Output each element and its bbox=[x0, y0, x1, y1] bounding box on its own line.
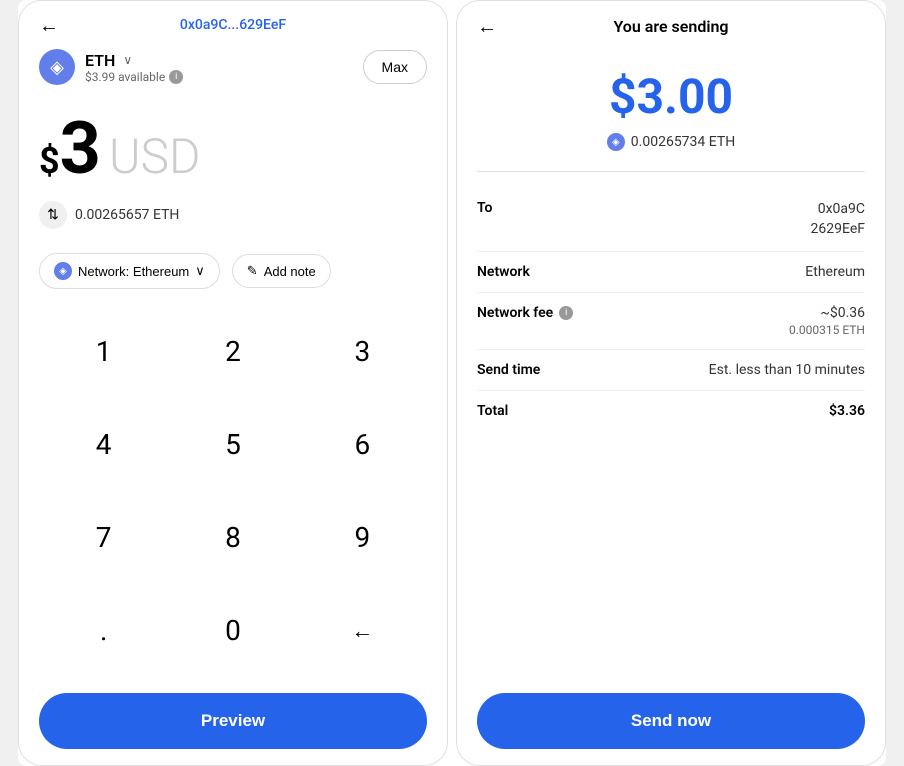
token-row: ◈ ETH ∨ $3.99 available i Max bbox=[19, 41, 447, 93]
key-8[interactable]: 8 bbox=[168, 491, 297, 584]
fee-value: ~$0.36 0.000315 ETH bbox=[789, 305, 865, 337]
to-address: 0x0a9C 2629EeF bbox=[811, 200, 865, 239]
network-label: Network: Ethereum bbox=[78, 264, 189, 279]
network-row-confirm: Network Ethereum bbox=[477, 252, 865, 293]
send-amount-screen: ← 0x0a9C...629EeF ◈ ETH ∨ $3.99 availabl… bbox=[18, 0, 448, 766]
confirm-eth-row: ◈ 0.00265734 ETH bbox=[607, 133, 735, 151]
send-confirmation-screen: ← You are sending $3.00 ◈ 0.00265734 ETH… bbox=[456, 0, 886, 766]
network-selector[interactable]: ◈ Network: Ethereum ∨ bbox=[39, 253, 220, 289]
token-name-group: ETH ∨ $3.99 available i bbox=[85, 51, 183, 84]
send-time-value: Est. less than 10 minutes bbox=[709, 362, 865, 378]
fee-eth: 0.000315 ETH bbox=[789, 323, 865, 337]
amount-number: 3 bbox=[60, 113, 101, 185]
network-eth-icon: ◈ bbox=[54, 262, 72, 280]
send-time-label: Send time bbox=[477, 362, 540, 378]
screen1-header: ← 0x0a9C...629EeF bbox=[19, 1, 447, 41]
network-value-confirm: Ethereum bbox=[805, 264, 865, 280]
network-chevron: ∨ bbox=[195, 263, 205, 279]
add-note-label: Add note bbox=[264, 264, 316, 279]
amount-display: $ 3 USD bbox=[19, 93, 447, 193]
key-2[interactable]: 2 bbox=[168, 305, 297, 398]
network-label-confirm: Network bbox=[477, 264, 530, 280]
eth-conversion-text: 0.00265657 ETH bbox=[75, 207, 179, 223]
info-icon: i bbox=[169, 70, 183, 84]
fee-label-row: Network fee i bbox=[477, 305, 573, 321]
send-now-button[interactable]: Send now bbox=[477, 693, 865, 749]
key-backspace[interactable]: ← bbox=[298, 584, 427, 677]
key-dot[interactable]: . bbox=[39, 584, 168, 677]
pencil-icon: ✎ bbox=[247, 263, 258, 279]
confirm-usd-amount: $3.00 bbox=[609, 68, 733, 125]
max-button[interactable]: Max bbox=[363, 50, 427, 84]
numpad: 1 2 3 4 5 6 7 8 9 . 0 ← bbox=[19, 305, 447, 677]
details-section: To 0x0a9C 2629EeF Network Ethereum Netwo… bbox=[457, 172, 885, 447]
key-3[interactable]: 3 bbox=[298, 305, 427, 398]
key-0[interactable]: 0 bbox=[168, 584, 297, 677]
total-row: Total $3.36 bbox=[477, 391, 865, 431]
fee-label: Network fee bbox=[477, 305, 553, 321]
confirm-amount-section: $3.00 ◈ 0.00265734 ETH bbox=[457, 44, 885, 171]
token-chevron-icon: ∨ bbox=[123, 53, 132, 67]
total-label: Total bbox=[477, 403, 508, 419]
screen2-title: You are sending bbox=[613, 17, 728, 36]
confirm-eth-icon: ◈ bbox=[607, 133, 625, 151]
key-9[interactable]: 9 bbox=[298, 491, 427, 584]
amount-currency: USD bbox=[109, 128, 200, 185]
eth-conversion-row: ⇅ 0.00265657 ETH bbox=[19, 193, 447, 245]
back-button-screen1[interactable]: ← bbox=[39, 13, 59, 38]
token-info[interactable]: ◈ ETH ∨ $3.99 available i bbox=[39, 49, 183, 85]
key-7[interactable]: 7 bbox=[39, 491, 168, 584]
total-value: $3.36 bbox=[829, 403, 865, 419]
add-note-button[interactable]: ✎ Add note bbox=[232, 254, 331, 288]
send-time-row: Send time Est. less than 10 minutes bbox=[477, 350, 865, 391]
fee-row: Network fee i ~$0.36 0.000315 ETH bbox=[477, 293, 865, 350]
eth-token-icon: ◈ bbox=[39, 49, 75, 85]
fee-info-icon: i bbox=[559, 306, 573, 320]
confirm-eth-amount: 0.00265734 ETH bbox=[631, 134, 735, 150]
swap-icon[interactable]: ⇅ bbox=[39, 201, 67, 229]
to-row: To 0x0a9C 2629EeF bbox=[477, 188, 865, 252]
network-row: ◈ Network: Ethereum ∨ ✎ Add note bbox=[19, 245, 447, 305]
back-button-screen2[interactable]: ← bbox=[477, 14, 497, 39]
key-5[interactable]: 5 bbox=[168, 398, 297, 491]
to-label: To bbox=[477, 200, 492, 216]
preview-button[interactable]: Preview bbox=[39, 693, 427, 749]
dollar-sign: $ bbox=[39, 140, 60, 182]
screen2-header: ← You are sending bbox=[457, 1, 885, 44]
key-6[interactable]: 6 bbox=[298, 398, 427, 491]
key-4[interactable]: 4 bbox=[39, 398, 168, 491]
key-1[interactable]: 1 bbox=[39, 305, 168, 398]
token-balance: $3.99 available i bbox=[85, 70, 183, 84]
wallet-address: 0x0a9C...629EeF bbox=[180, 17, 286, 33]
token-name: ETH bbox=[85, 51, 115, 70]
